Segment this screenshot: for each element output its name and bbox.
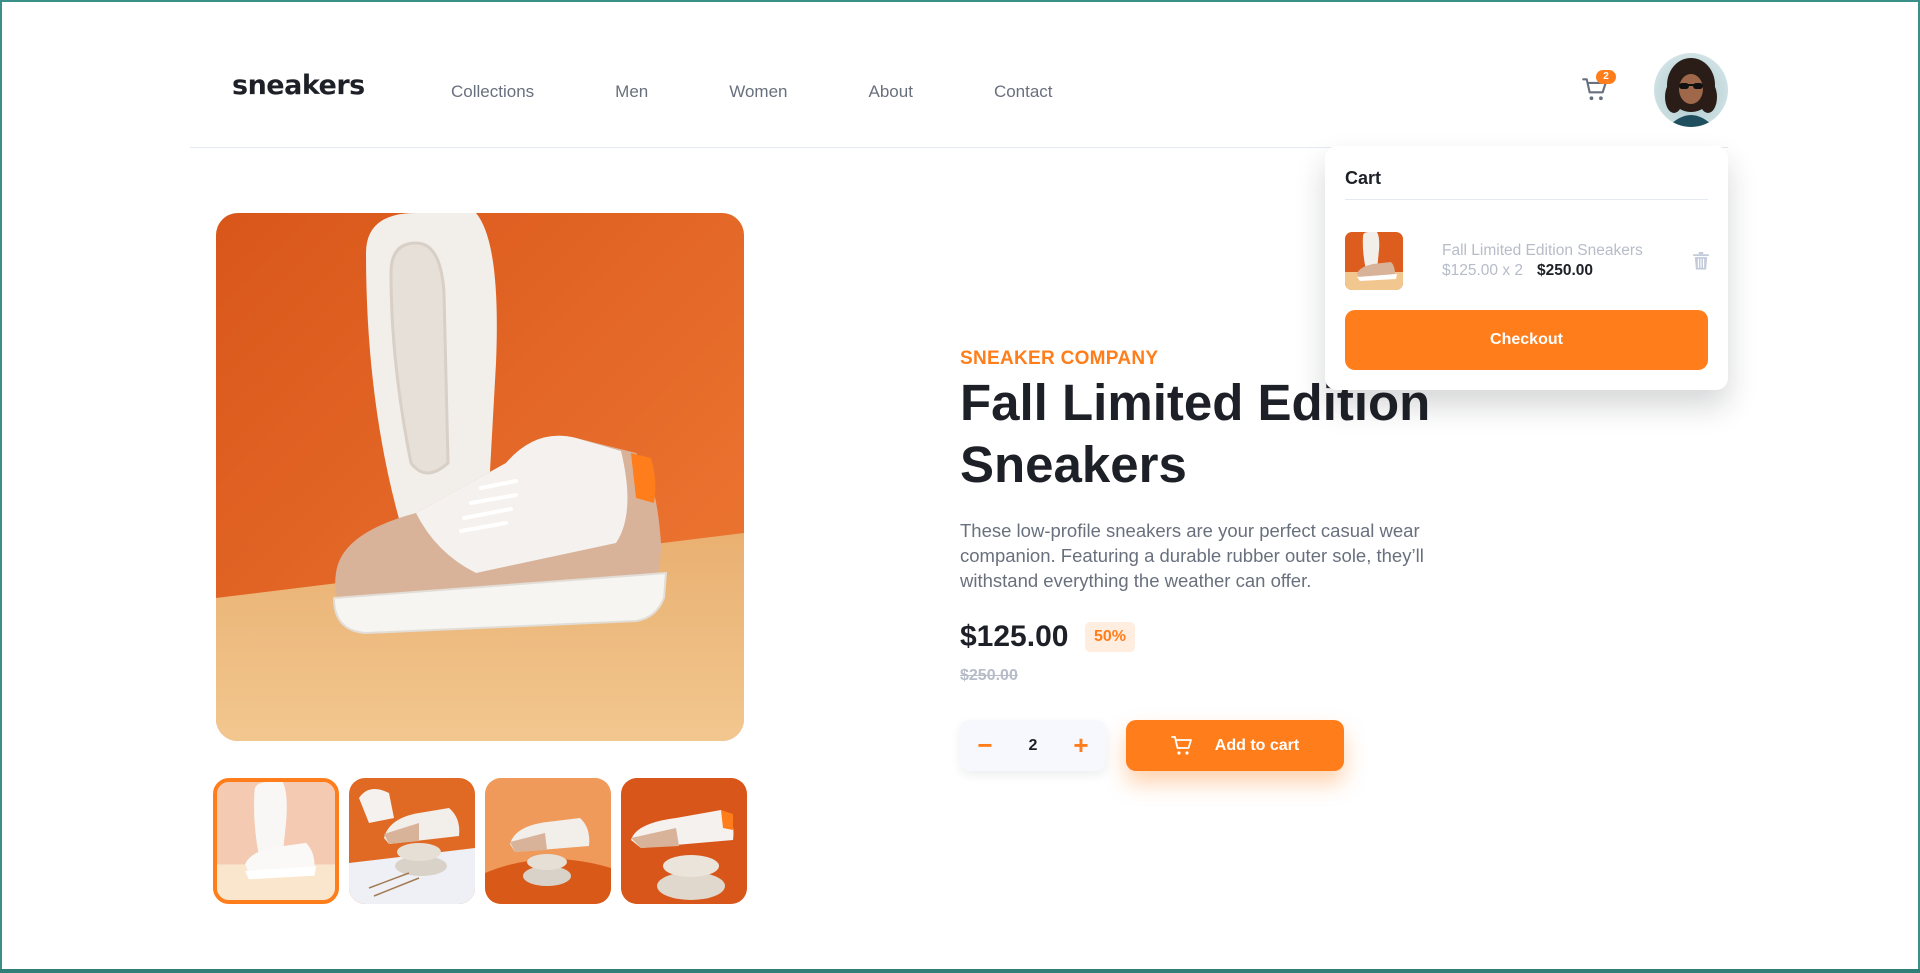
checkout-button[interactable]: Checkout xyxy=(1345,310,1708,370)
cart-item-unit-calc: $125.00 x 2 xyxy=(1442,262,1524,279)
cart-button[interactable]: 2 xyxy=(1582,70,1616,104)
thumbnail-2[interactable] xyxy=(349,778,475,904)
nav-link-collections[interactable]: Collections xyxy=(451,82,534,102)
thumbnail-4[interactable] xyxy=(621,778,747,904)
cart-item-name: Fall Limited Edition Sneakers xyxy=(1442,242,1643,259)
discount-badge: 50% xyxy=(1085,622,1136,652)
quantity-value: 2 xyxy=(1028,737,1038,754)
add-to-cart-label: Add to cart xyxy=(1214,736,1300,754)
nav-link-contact[interactable]: Contact xyxy=(994,82,1053,102)
cart-item-image xyxy=(1345,232,1403,290)
thumbnail-strip xyxy=(213,778,757,904)
thumbnail-image-3 xyxy=(485,778,611,904)
plus-icon[interactable]: + xyxy=(1056,720,1106,771)
thumbnail-image-1 xyxy=(217,782,335,900)
cart-heading: Cart xyxy=(1345,168,1382,188)
site-header: sneakers Collections Men Women About Con… xyxy=(190,0,1728,148)
thumbnail-3[interactable] xyxy=(485,778,611,904)
add-to-cart-button[interactable]: Add to cart xyxy=(1126,720,1344,771)
company-label: SNEAKER COMPANY xyxy=(960,348,1159,369)
quantity-stepper: − 2 + xyxy=(960,720,1106,771)
nav-link-about[interactable]: About xyxy=(869,82,913,102)
nav-link-women[interactable]: Women xyxy=(729,82,787,102)
cart-count-badge: 2 xyxy=(1596,70,1616,84)
logo[interactable]: sneakers xyxy=(232,70,365,101)
sneaker-photo xyxy=(216,213,744,741)
cart-item-thumbnail xyxy=(1345,232,1403,290)
main-nav: Collections Men Women About Contact xyxy=(451,82,1134,102)
product-description: These low-profile sneakers are your perf… xyxy=(960,520,1424,591)
product-main-image[interactable] xyxy=(216,213,744,741)
avatar-image xyxy=(1665,58,1717,127)
product-title: Fall Limited Edition Sneakers xyxy=(960,374,1431,493)
thumbnail-image-2 xyxy=(349,778,475,904)
trash-icon[interactable] xyxy=(1693,252,1709,270)
cart-divider xyxy=(1345,199,1708,200)
nav-link-men[interactable]: Men xyxy=(615,82,648,102)
cart-icon xyxy=(1170,735,1192,755)
thumbnail-1[interactable] xyxy=(213,778,339,904)
cart-dropdown: Cart Fall Limited Edition Sneakers $125.… xyxy=(1325,146,1728,390)
cart-item-total: $250.00 xyxy=(1537,262,1594,279)
product-price: $125.00 xyxy=(960,620,1069,653)
minus-icon[interactable]: − xyxy=(960,720,1010,771)
bottom-border xyxy=(0,969,1920,973)
thumbnail-image-4 xyxy=(621,778,747,904)
original-price: $250.00 xyxy=(960,667,1018,684)
avatar[interactable] xyxy=(1654,53,1728,127)
